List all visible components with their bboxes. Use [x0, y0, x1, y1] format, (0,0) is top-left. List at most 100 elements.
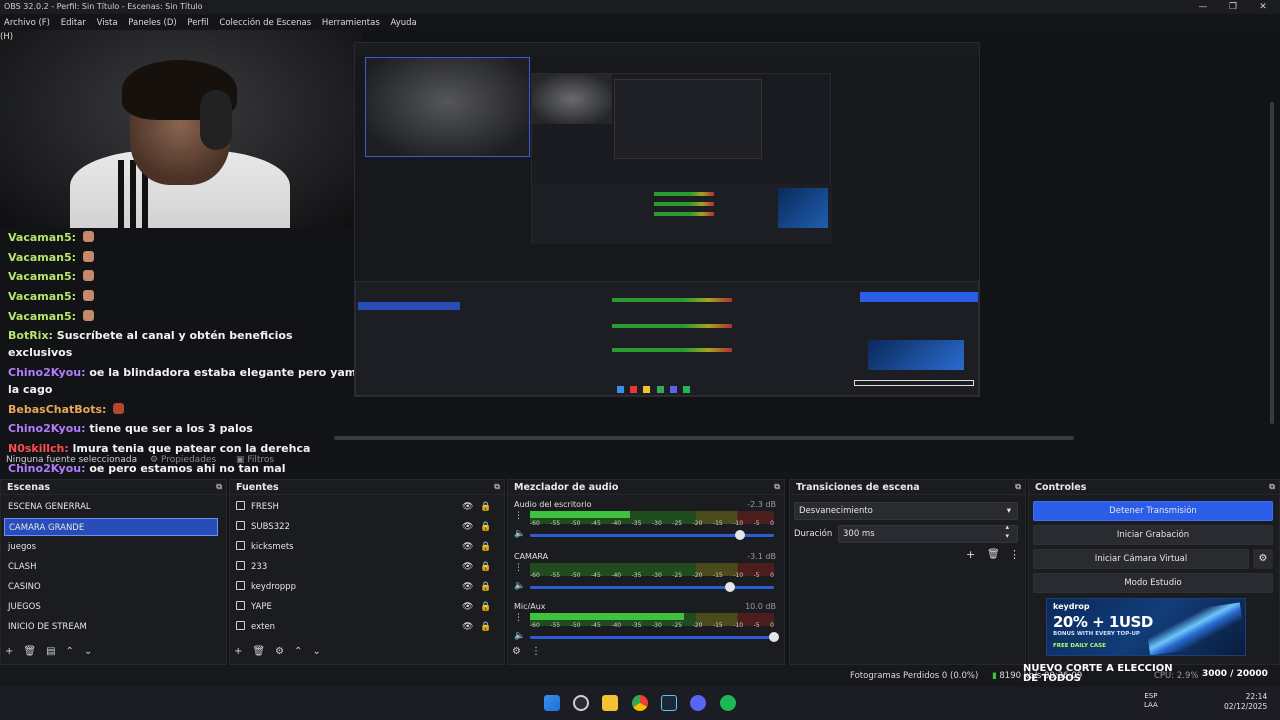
menu-edit[interactable]: Editar	[61, 18, 86, 28]
volume-fader[interactable]	[530, 582, 774, 592]
fader-handle[interactable]	[725, 582, 736, 592]
chat-message: N0skillch: lmura tenia que patear con la…	[8, 442, 310, 455]
add-source-icon[interactable]: +	[234, 646, 242, 660]
menu-profile[interactable]: Perfil	[187, 18, 208, 28]
move-up-icon[interactable]: ⌃	[66, 646, 74, 660]
maximize-button[interactable]: ❐	[1218, 0, 1248, 14]
visibility-eye-icon[interactable]: 👁	[462, 538, 473, 556]
studio-mode-button[interactable]: Modo Estudio	[1033, 573, 1273, 593]
transition-menu-icon[interactable]: ⋮	[1009, 548, 1020, 561]
input-language[interactable]: ESP LAA	[1144, 692, 1158, 710]
lock-icon[interactable]: 🔒	[480, 598, 491, 616]
scene-item[interactable]: CLASH	[4, 558, 218, 576]
add-transition-icon[interactable]: +	[966, 548, 975, 561]
visibility-eye-icon[interactable]: 👁	[462, 598, 473, 616]
mute-speaker-icon[interactable]: 🔈	[514, 581, 525, 591]
menu-docks[interactable]: Paneles (D)	[128, 18, 176, 28]
preview-vertical-scrollbar[interactable]	[1270, 102, 1274, 424]
channel-menu-icon[interactable]: ⋮	[514, 563, 523, 573]
minimize-button[interactable]: —	[1188, 0, 1218, 14]
source-item[interactable]: exten 👁 🔒	[234, 618, 494, 636]
remove-transition-icon[interactable]: 🗑	[987, 549, 1000, 560]
mute-speaker-icon[interactable]: 🔈	[514, 529, 525, 539]
lock-icon[interactable]: 🔒	[480, 618, 491, 636]
mixer-menu-icon[interactable]: ⋮	[531, 646, 541, 660]
visibility-eye-icon[interactable]: 👁	[462, 498, 473, 516]
stop-streaming-button[interactable]: Detener Transmisión	[1033, 501, 1273, 521]
dock-float-icon[interactable]: ⧉	[1269, 482, 1275, 492]
dock-float-icon[interactable]: ⧉	[494, 482, 500, 492]
dock-float-icon[interactable]: ⧉	[216, 482, 222, 492]
channel-menu-icon[interactable]: ⋮	[514, 511, 523, 521]
source-label: SUBS322	[251, 522, 290, 532]
spotify-icon[interactable]	[720, 695, 736, 711]
source-item[interactable]: keydroppp 👁 🔒	[234, 578, 494, 596]
visibility-eye-icon[interactable]: 👁	[462, 578, 473, 596]
system-clock[interactable]: 22:14 02/12/2025	[1224, 692, 1267, 712]
scene-filters-icon[interactable]: ▤	[46, 646, 55, 660]
discord-icon[interactable]	[690, 695, 706, 711]
menu-file[interactable]: Archivo (F)	[4, 18, 50, 28]
lang-bottom: LAA	[1144, 701, 1158, 709]
scene-item[interactable]: JUEGOS	[4, 598, 218, 616]
start-recording-button[interactable]: Iniciar Grabación	[1033, 525, 1273, 545]
windows-start-icon[interactable]	[544, 695, 560, 711]
lock-icon[interactable]: 🔒	[480, 578, 491, 596]
virtual-camera-settings-icon[interactable]: ⚙	[1253, 549, 1273, 569]
preview-horizontal-scrollbar[interactable]	[334, 436, 1074, 440]
transition-select[interactable]: Desvanecimiento ▾	[794, 502, 1018, 520]
source-item[interactable]: SUBS322 👁 🔒	[234, 518, 494, 536]
meter-tick-label: -15	[712, 572, 723, 579]
source-item[interactable]: 233 👁 🔒	[234, 558, 494, 576]
visibility-eye-icon[interactable]: 👁	[462, 558, 473, 576]
volume-fader[interactable]	[530, 632, 779, 642]
steam-icon[interactable]	[661, 695, 677, 711]
scene-item[interactable]: ESCENA GENERRAL	[4, 498, 218, 516]
dock-float-icon[interactable]: ⧉	[774, 482, 780, 492]
lock-icon[interactable]: 🔒	[480, 518, 491, 536]
source-item[interactable]: FRESH 👁 🔒	[234, 498, 494, 516]
filters-button[interactable]: ▣ Filtros	[236, 455, 274, 465]
menu-tools[interactable]: Herramientas	[322, 18, 380, 28]
scene-item[interactable]: CASINO	[4, 578, 218, 596]
file-explorer-icon[interactable]	[602, 695, 618, 711]
spin-arrows-icon[interactable]: ▴ ▾	[1005, 523, 1009, 541]
volume-meter-level	[530, 511, 631, 518]
dock-float-icon[interactable]: ⧉	[1015, 482, 1021, 492]
volume-fader[interactable]	[530, 530, 774, 540]
source-item[interactable]: YAPE 👁 🔒	[234, 598, 494, 616]
visibility-eye-icon[interactable]: 👁	[462, 518, 473, 536]
remove-source-icon[interactable]: 🗑	[252, 646, 265, 660]
add-scene-icon[interactable]: +	[5, 646, 13, 660]
source-item[interactable]: kicksmets 👁 🔒	[234, 538, 494, 556]
visibility-eye-icon[interactable]: 👁	[462, 618, 473, 636]
chrome-icon[interactable]	[632, 695, 648, 711]
properties-button[interactable]: ⚙ Propiedades	[150, 455, 216, 465]
close-button[interactable]: ✕	[1248, 0, 1278, 14]
lang-top: ESP	[1144, 692, 1158, 700]
fader-handle[interactable]	[769, 632, 779, 642]
move-down-icon[interactable]: ⌄	[84, 646, 92, 660]
lock-icon[interactable]: 🔒	[480, 558, 491, 576]
remove-scene-icon[interactable]: 🗑	[23, 646, 36, 660]
source-up-icon[interactable]: ⌃	[294, 646, 302, 660]
channel-menu-icon[interactable]: ⋮	[514, 613, 523, 623]
scene-item[interactable]: juegos	[4, 538, 218, 556]
lock-icon[interactable]: 🔒	[480, 498, 491, 516]
duration-spinbox[interactable]: 300 ms ▴ ▾	[838, 523, 1018, 543]
advanced-audio-icon[interactable]: ⚙	[512, 646, 521, 660]
obs-icon[interactable]	[573, 695, 589, 711]
nested-stop-button	[860, 292, 978, 302]
source-properties-icon[interactable]: ⚙	[275, 646, 284, 660]
fader-handle[interactable]	[734, 530, 745, 540]
start-virtual-camera-button[interactable]: Iniciar Cámara Virtual	[1033, 549, 1249, 569]
nested-meter	[654, 192, 714, 196]
menu-scene-collection[interactable]: Colección de Escenas	[219, 18, 311, 28]
scene-item[interactable]: INICIO DE STREAM	[4, 618, 218, 636]
menu-view[interactable]: Vista	[97, 18, 118, 28]
source-down-icon[interactable]: ⌄	[312, 646, 320, 660]
dropped-frames-label: Fotogramas Perdidos 0 (0.0%)	[850, 671, 979, 681]
lock-icon[interactable]: 🔒	[480, 538, 491, 556]
mute-speaker-icon[interactable]: 🔈	[514, 631, 525, 641]
scene-item[interactable]: CAMARA GRANDE	[4, 518, 218, 536]
